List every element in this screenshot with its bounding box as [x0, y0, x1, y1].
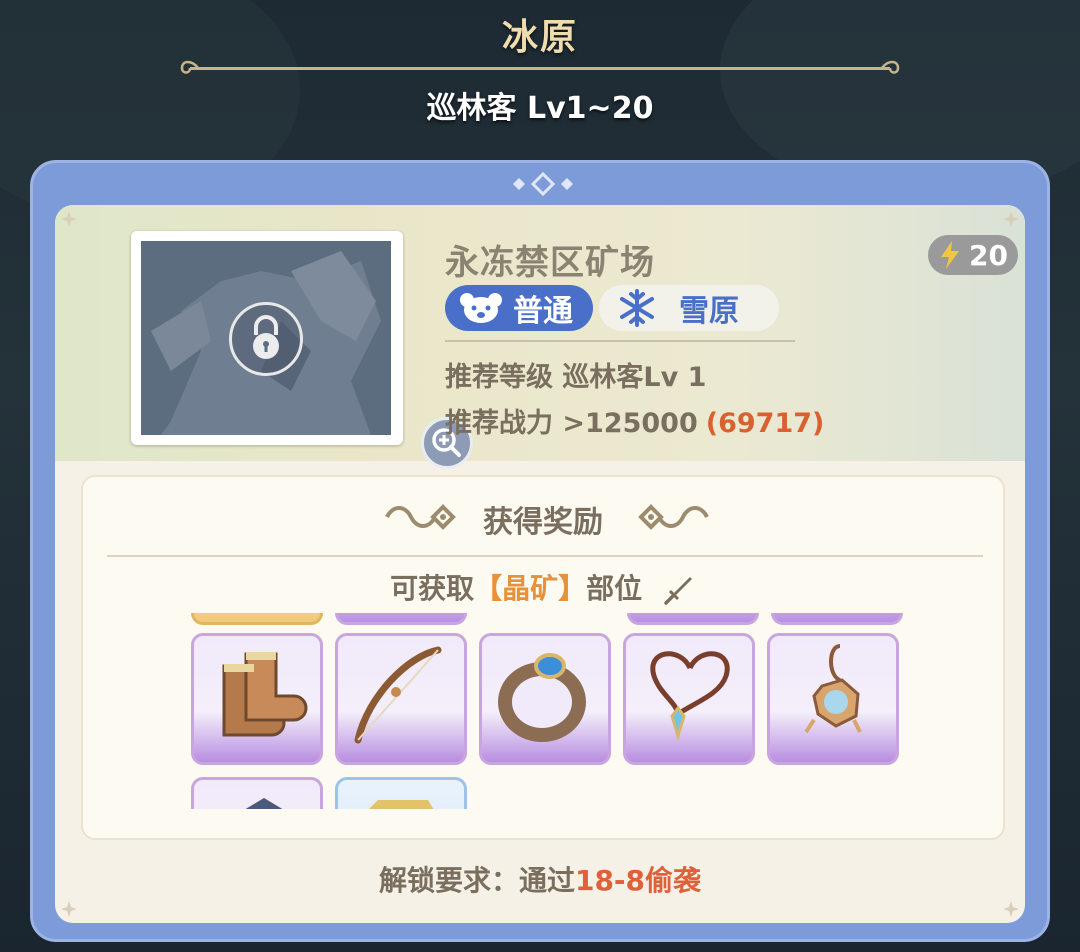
reward-item-partial[interactable]	[191, 613, 323, 625]
lightning-icon	[941, 241, 959, 269]
reward-item-partial[interactable]	[335, 613, 467, 625]
reward-item-necklace[interactable]	[623, 633, 755, 765]
obtainable-slot-text: 可获取【晶矿】部位	[83, 567, 1003, 607]
boss-silhouette	[141, 241, 391, 435]
header: 冰原 巡林客 Lv1~20	[0, 0, 1080, 150]
boots-icon	[222, 652, 308, 737]
obtain-prefix: 可获取	[390, 572, 475, 605]
sword-icon	[664, 577, 692, 605]
boss-portrait[interactable]	[131, 231, 473, 469]
reward-ornament-right	[638, 504, 709, 530]
bear-face-icon	[460, 293, 502, 323]
stage-info-card: 永冻禁区矿场 20 普通 雪原 推荐等级 巡林客Lv 1 推荐战力 >12500…	[55, 205, 1025, 923]
item-partial-icon	[369, 800, 434, 809]
stage-tags: 普通 雪原	[445, 285, 779, 331]
corner-ornament	[61, 211, 77, 227]
snowflake-icon	[620, 289, 654, 327]
lock-icon	[229, 302, 303, 376]
current-power: (69717)	[705, 408, 825, 439]
corner-ornament	[61, 901, 77, 917]
bow-icon	[354, 646, 442, 744]
reward-item-partial[interactable]	[335, 777, 467, 809]
title-divider	[190, 67, 890, 70]
reward-item-partial[interactable]	[627, 613, 759, 625]
recommended-power-label: 推荐战力 >125000	[445, 408, 698, 439]
reward-item-bow[interactable]	[335, 633, 467, 765]
title-ornament-right	[881, 60, 900, 74]
tag-snowfield-label: 雪原	[679, 294, 739, 329]
reward-item-boots[interactable]	[191, 633, 323, 765]
recommended-power: 推荐战力 >125000 (69717)	[445, 401, 824, 440]
reward-item-ring[interactable]	[479, 633, 611, 765]
obtain-highlight: 【晶矿】	[474, 572, 587, 605]
reward-title: 获得奖励	[483, 505, 603, 540]
corner-ornament	[1003, 211, 1019, 227]
class-level-subtitle: 巡林客 Lv1~20	[426, 91, 654, 126]
reward-items-scroll[interactable]	[191, 613, 911, 809]
region-title: 冰原	[501, 17, 578, 58]
reward-item-partial[interactable]	[771, 613, 903, 625]
frame-diamond-ornament	[513, 171, 573, 197]
item-partial-icon	[245, 798, 283, 809]
ring-icon	[498, 653, 586, 742]
necklace-icon	[650, 651, 730, 742]
tag-normal: 普通	[445, 285, 593, 331]
tag-divider	[445, 340, 795, 342]
tag-snowfield: 雪原	[599, 285, 779, 331]
unlock-requirement: 解锁要求：通过18-8偷袭	[55, 859, 1025, 899]
unlock-stage: 18-8偷袭	[574, 864, 702, 897]
stage-panel: 永冻禁区矿场 20 普通 雪原 推荐等级 巡林客Lv 1 推荐战力 >12500…	[30, 160, 1050, 942]
unlock-label: 解锁要求：通过	[378, 864, 575, 897]
reward-item-amulet[interactable]	[767, 633, 899, 765]
reward-divider	[107, 555, 983, 557]
energy-cost-value: 20	[969, 238, 1008, 272]
reward-item-partial[interactable]	[191, 777, 323, 809]
tag-normal-label: 普通	[513, 294, 573, 329]
recommended-level: 推荐等级 巡林客Lv 1	[445, 362, 707, 393]
obtain-suffix: 部位	[586, 572, 643, 605]
amulet-icon	[804, 644, 862, 734]
reward-panel: 获得奖励 可获取【晶矿】部位	[81, 475, 1005, 840]
corner-ornament	[1003, 901, 1019, 917]
energy-cost-badge: 20	[928, 235, 1018, 275]
stage-name: 永冻禁区矿场	[445, 243, 655, 283]
